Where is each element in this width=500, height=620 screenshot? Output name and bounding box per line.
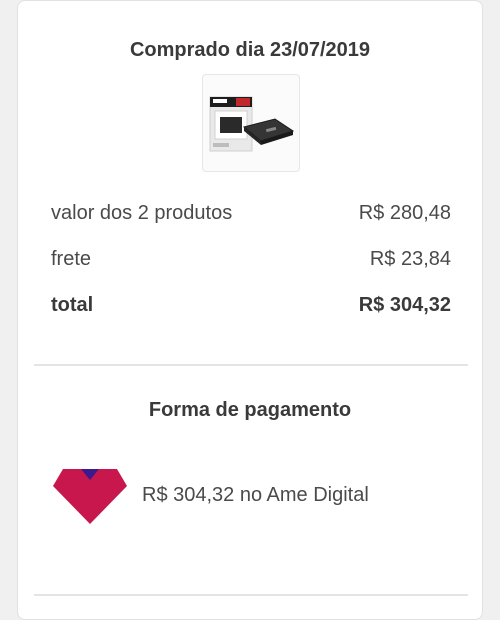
products-value-row: valor dos 2 produtos R$ 280,48 (51, 198, 451, 228)
purchase-date-title: Comprado dia 23/07/2019 (129, 39, 371, 61)
ssd-product-icon (209, 96, 295, 152)
payment-method-title: Forma de pagamento (148, 399, 352, 421)
order-card: Comprado dia 23/07/2019 valor dos 2 prod… (17, 0, 483, 620)
section-divider (34, 364, 468, 366)
ame-digital-logo-icon (53, 469, 127, 524)
total-label: total (51, 293, 94, 316)
payment-method-row: R$ 304,32 no Ame Digital (51, 464, 471, 526)
shipping-amount: R$ 23,84 (369, 247, 451, 270)
total-row: total R$ 304,32 (51, 290, 451, 320)
shipping-label: frete (51, 247, 92, 270)
payment-description: R$ 304,32 no Ame Digital (142, 483, 369, 506)
products-value-amount: R$ 280,48 (358, 201, 451, 224)
bottom-divider (34, 594, 468, 596)
total-amount: R$ 304,32 (358, 293, 451, 316)
shipping-row: frete R$ 23,84 (51, 244, 451, 274)
products-value-label: valor dos 2 produtos (51, 201, 233, 224)
product-thumbnail[interactable] (202, 74, 300, 172)
